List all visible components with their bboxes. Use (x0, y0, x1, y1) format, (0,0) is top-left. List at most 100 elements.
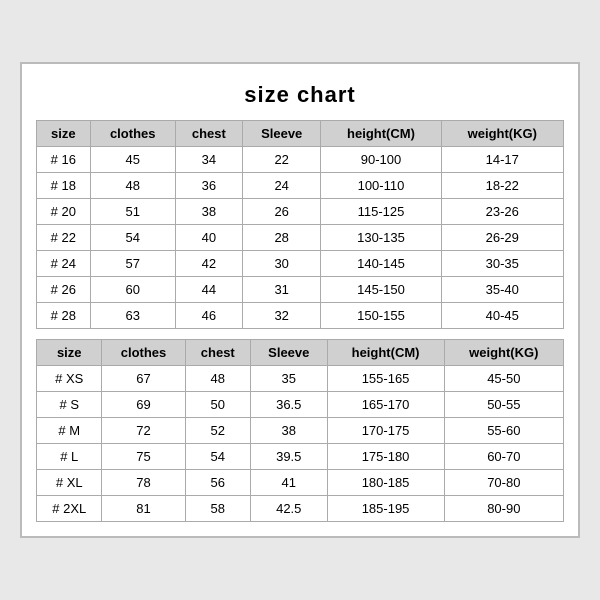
table-cell: 44 (175, 277, 242, 303)
table-cell: 39.5 (251, 444, 327, 470)
table-cell: 51 (90, 199, 175, 225)
table-cell: # 24 (37, 251, 91, 277)
table-cell: 140-145 (321, 251, 441, 277)
table-cell: # 22 (37, 225, 91, 251)
table-cell: 40 (175, 225, 242, 251)
column-header: clothes (90, 121, 175, 147)
table-cell: 34 (175, 147, 242, 173)
table-cell: 69 (102, 392, 185, 418)
table-cell: 150-155 (321, 303, 441, 329)
table-cell: 70-80 (444, 470, 563, 496)
table-cell: 55-60 (444, 418, 563, 444)
column-header: chest (175, 121, 242, 147)
column-header: Sleeve (242, 121, 320, 147)
table-cell: 42.5 (251, 496, 327, 522)
table-cell: # 18 (37, 173, 91, 199)
table-cell: # S (37, 392, 102, 418)
table-cell: 41 (251, 470, 327, 496)
table-cell: 58 (185, 496, 250, 522)
table-cell: # 28 (37, 303, 91, 329)
table-cell: 14-17 (441, 147, 563, 173)
column-header: Sleeve (251, 340, 327, 366)
table-row: # XL785641180-18570-80 (37, 470, 564, 496)
table-cell: # 26 (37, 277, 91, 303)
table-cell: 165-170 (327, 392, 444, 418)
table-cell: 38 (251, 418, 327, 444)
table-cell: 26-29 (441, 225, 563, 251)
table-cell: 60 (90, 277, 175, 303)
column-header: chest (185, 340, 250, 366)
table-cell: 90-100 (321, 147, 441, 173)
table-cell: 46 (175, 303, 242, 329)
table-cell: 38 (175, 199, 242, 225)
size-table-1: sizeclotheschestSleeveheight(CM)weight(K… (36, 120, 564, 329)
column-header: weight(KG) (441, 121, 563, 147)
column-header: clothes (102, 340, 185, 366)
table-cell: 180-185 (327, 470, 444, 496)
table-cell: # XL (37, 470, 102, 496)
table-cell: 145-150 (321, 277, 441, 303)
table-cell: 36.5 (251, 392, 327, 418)
table-cell: 175-180 (327, 444, 444, 470)
table-cell: 78 (102, 470, 185, 496)
table-cell: 67 (102, 366, 185, 392)
table-cell: # 2XL (37, 496, 102, 522)
table-cell: 54 (185, 444, 250, 470)
table-cell: 63 (90, 303, 175, 329)
table-row: # 26604431145-15035-40 (37, 277, 564, 303)
table-cell: 54 (90, 225, 175, 251)
table-row: # 18483624100-11018-22 (37, 173, 564, 199)
table-cell: 81 (102, 496, 185, 522)
table-cell: 45 (90, 147, 175, 173)
table-cell: 35-40 (441, 277, 563, 303)
table-row: # S695036.5165-17050-55 (37, 392, 564, 418)
table-cell: 72 (102, 418, 185, 444)
table-cell: # 20 (37, 199, 91, 225)
table-cell: 23-26 (441, 199, 563, 225)
size-chart-card: size chart sizeclotheschestSleeveheight(… (20, 62, 580, 538)
table-cell: # 16 (37, 147, 91, 173)
table-cell: 30-35 (441, 251, 563, 277)
table-cell: 30 (242, 251, 320, 277)
table1-header-row: sizeclotheschestSleeveheight(CM)weight(K… (37, 121, 564, 147)
table-cell: 155-165 (327, 366, 444, 392)
chart-title: size chart (36, 82, 564, 108)
table-cell: 60-70 (444, 444, 563, 470)
table-row: # 2XL815842.5185-19580-90 (37, 496, 564, 522)
table-cell: # XS (37, 366, 102, 392)
table-cell: 40-45 (441, 303, 563, 329)
table-cell: 100-110 (321, 173, 441, 199)
table-cell: 50 (185, 392, 250, 418)
table-cell: 36 (175, 173, 242, 199)
table-cell: # M (37, 418, 102, 444)
table-row: # L755439.5175-18060-70 (37, 444, 564, 470)
column-header: size (37, 121, 91, 147)
table-cell: 28 (242, 225, 320, 251)
table-cell: 45-50 (444, 366, 563, 392)
table-cell: 52 (185, 418, 250, 444)
column-header: weight(KG) (444, 340, 563, 366)
table-row: # 22544028130-13526-29 (37, 225, 564, 251)
table-row: # M725238170-17555-60 (37, 418, 564, 444)
table-cell: 75 (102, 444, 185, 470)
table-row: # 20513826115-12523-26 (37, 199, 564, 225)
table-cell: 48 (90, 173, 175, 199)
column-header: size (37, 340, 102, 366)
table-cell: 57 (90, 251, 175, 277)
table-cell: 50-55 (444, 392, 563, 418)
table-row: # 1645342290-10014-17 (37, 147, 564, 173)
table-cell: 130-135 (321, 225, 441, 251)
table-cell: 115-125 (321, 199, 441, 225)
table-cell: 35 (251, 366, 327, 392)
table-cell: 170-175 (327, 418, 444, 444)
table-cell: 185-195 (327, 496, 444, 522)
table-cell: 18-22 (441, 173, 563, 199)
table-cell: 26 (242, 199, 320, 225)
table-row: # 28634632150-15540-45 (37, 303, 564, 329)
table-cell: 32 (242, 303, 320, 329)
table-cell: 31 (242, 277, 320, 303)
table-cell: 48 (185, 366, 250, 392)
table-cell: 56 (185, 470, 250, 496)
column-header: height(CM) (327, 340, 444, 366)
table-cell: # L (37, 444, 102, 470)
